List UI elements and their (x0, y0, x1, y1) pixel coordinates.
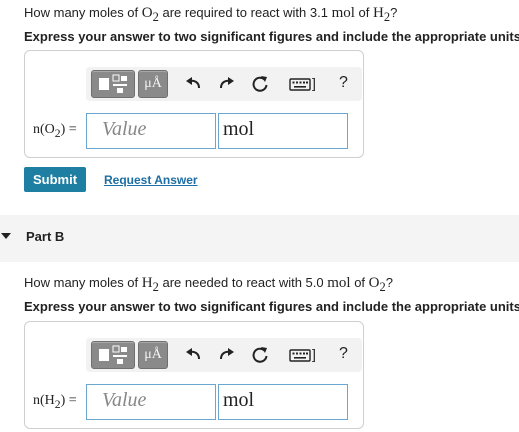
part-b-answer-box: μÅ ] ? n(H2) = Value mol (24, 321, 364, 429)
question-text: ? (385, 275, 393, 290)
units-mu-angstrom-icon: μÅ (144, 347, 162, 362)
reset-icon[interactable] (250, 75, 270, 93)
reset-icon[interactable] (250, 346, 270, 364)
chem-formula: H2 (141, 275, 159, 294)
templates-icon (99, 74, 127, 93)
part-b-field-label: n(H2) = (33, 393, 77, 411)
keyboard-bracket: ] (312, 75, 316, 91)
redo-icon[interactable] (216, 75, 236, 93)
question-text: of (350, 275, 369, 290)
part-b-title: Part B (26, 229, 65, 244)
label-text: n(H (33, 393, 55, 408)
formula-symbol: O (368, 275, 380, 291)
keyboard-icon[interactable] (289, 346, 311, 364)
chem-formula: O2 (141, 5, 159, 24)
caret-down-icon[interactable] (0, 231, 12, 241)
part-a-field-label: n(O2) = (33, 122, 77, 140)
part-a-value-input[interactable]: Value (86, 113, 216, 149)
label-text: n(O (33, 122, 55, 137)
templates-button[interactable] (91, 341, 135, 369)
undo-icon[interactable] (184, 346, 204, 364)
part-a-question: How many moles of O2 are required to rea… (24, 5, 397, 25)
chem-formula: H2 (372, 5, 390, 24)
part-b-question: How many moles of H2 are needed to react… (24, 275, 393, 295)
templates-button[interactable] (91, 70, 135, 98)
part-b-header[interactable]: Part B (0, 215, 519, 262)
help-icon[interactable]: ? (339, 345, 348, 363)
question-text: are required to react with 3.1 (158, 5, 332, 20)
undo-icon[interactable] (184, 75, 204, 93)
part-b-unit-input[interactable]: mol (218, 384, 348, 420)
help-icon[interactable]: ? (339, 74, 348, 92)
label-text: ) = (60, 393, 77, 408)
unit-text: mol (327, 275, 351, 291)
question-text: are needed to react with 5.0 (158, 275, 328, 290)
chem-formula: O2 (368, 275, 386, 294)
formula-symbol: H (141, 275, 153, 291)
question-text: How many moles of (24, 5, 142, 20)
request-answer-link[interactable]: Request Answer (104, 173, 198, 187)
unit-text: mol (331, 5, 355, 21)
question-text: How many moles of (24, 275, 142, 290)
question-text: of (354, 5, 373, 20)
keyboard-icon[interactable] (289, 75, 311, 93)
units-button[interactable]: μÅ (138, 341, 168, 369)
redo-icon[interactable] (216, 346, 236, 364)
part-a-answer-box: μÅ ] ? n(O2) = Value mol (24, 50, 364, 158)
submit-button[interactable]: Submit (24, 167, 86, 192)
part-a-instruction: Express your answer to two significant f… (24, 29, 519, 44)
question-text: ? (390, 5, 398, 20)
formula-symbol: H (372, 5, 384, 21)
formula-symbol: O (141, 5, 153, 21)
math-toolbar: μÅ ] ? (86, 338, 362, 372)
part-b-value-input[interactable]: Value (86, 384, 216, 420)
part-b-instruction: Express your answer to two significant f… (24, 299, 519, 314)
units-button[interactable]: μÅ (138, 70, 168, 98)
keyboard-bracket: ] (312, 346, 316, 362)
units-mu-angstrom-icon: μÅ (144, 76, 162, 91)
templates-icon (99, 345, 127, 364)
label-text: ) = (60, 122, 77, 137)
math-toolbar: μÅ ] ? (86, 67, 362, 101)
part-a-unit-input[interactable]: mol (218, 113, 348, 149)
